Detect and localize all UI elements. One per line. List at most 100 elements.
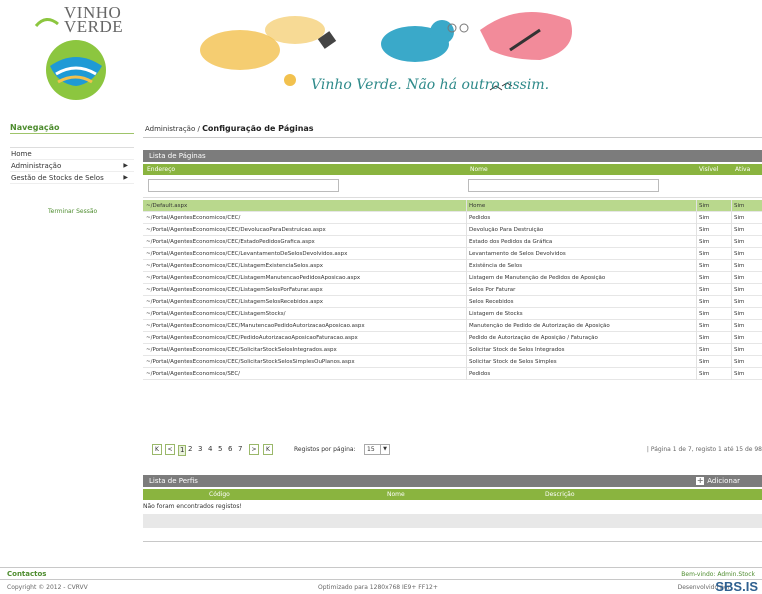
table-row[interactable]: ~/Portal/AgentesEconomicos/CEC/ListagemE… [143, 260, 762, 272]
table-cell: Selos Por Faturar [469, 287, 516, 293]
table-cell: Sim [699, 287, 710, 293]
optimized-note: Optimizado para 1280x768 IE9+ FF12+ [318, 584, 438, 591]
table-cell: Sim [699, 299, 710, 305]
table-row[interactable]: ~/Portal/AgentesEconomicos/CEC/Devolucao… [143, 224, 762, 236]
table-cell: Sim [699, 227, 710, 233]
developer-logo[interactable]: SBS.IS [715, 579, 758, 594]
table-cell: Sim [734, 275, 745, 281]
chevron-right-icon: ▶ [123, 174, 128, 181]
first-page-button[interactable]: K [152, 444, 162, 455]
column-separator [466, 344, 467, 356]
table-cell: Pedidos [469, 371, 491, 377]
page-number-current[interactable]: 1 [178, 445, 187, 456]
table-cell: ~/Portal/AgentesEconomicos/CEC/Solicitar… [146, 359, 355, 365]
chevron-right-icon: ▶ [123, 162, 128, 169]
nav-item-gestao-stocks[interactable]: Gestão de Stocks de Selos ▶ [10, 172, 134, 184]
nav-item-administracao[interactable]: Administração ▶ [10, 160, 134, 172]
column-separator [466, 212, 467, 224]
rows-per-page-select[interactable]: 15 ▼ [364, 444, 390, 455]
column-separator [466, 272, 467, 284]
table-cell: ~/Portal/AgentesEconomicos/CEC/Devolucao… [146, 227, 326, 233]
table-cell: Sim [734, 335, 745, 341]
nav-item-home[interactable]: Home [10, 148, 134, 160]
table-cell: Sim [699, 323, 710, 329]
table-cell: Sim [699, 335, 710, 341]
table-row[interactable]: ~/Portal/AgentesEconomicos/CEC/ListagemS… [143, 296, 762, 308]
page-number[interactable]: 4 [208, 445, 212, 453]
table-row[interactable]: ~/Portal/AgentesEconomicos/CEC/Solicitar… [143, 356, 762, 368]
prev-page-button[interactable]: < [165, 444, 175, 455]
nav-item-label: Administração [11, 162, 62, 170]
filter-row [143, 176, 762, 198]
last-page-button[interactable]: K [263, 444, 273, 455]
table-cell: ~/Portal/AgentesEconomicos/CEC/Levantame… [146, 251, 348, 257]
column-endereco[interactable]: Endereço [147, 164, 175, 175]
table-cell: Sim [734, 347, 745, 353]
page-number[interactable]: 7 [238, 445, 242, 453]
table-cell: Solicitar Stock de Selos Simples [469, 359, 557, 365]
contacts-link[interactable]: Contactos [7, 570, 46, 578]
column-separator [731, 320, 732, 332]
table-cell: Home [469, 203, 486, 209]
column-nome[interactable]: Nome [387, 489, 405, 500]
column-codigo[interactable]: Código [209, 489, 230, 500]
nav-divider [10, 133, 134, 134]
column-separator [696, 320, 697, 332]
logout-link[interactable]: Terminar Sessão [48, 208, 97, 215]
table-row[interactable]: ~/Portal/AgentesEconomicos/CEC/ListagemS… [143, 308, 762, 320]
table-row[interactable]: ~/Portal/AgentesEconomicos/CEC/Pedidos Si… [143, 212, 762, 224]
table-cell: Sim [699, 251, 710, 257]
column-separator [466, 200, 467, 212]
table-cell: Pedido de Autorização de Aposição / Fatu… [469, 335, 598, 341]
page-number[interactable]: 2 [188, 445, 192, 453]
table-row[interactable]: ~/Portal/AgentesEconomicos/CEC/Manutenca… [143, 320, 762, 332]
table-cell: Sim [734, 287, 745, 293]
column-separator [696, 224, 697, 236]
add-profile-button[interactable]: + Adicionar [696, 475, 740, 487]
table-row[interactable]: ~/Portal/AgentesEconomicos/CEC/EstadoPed… [143, 236, 762, 248]
page-number[interactable]: 5 [218, 445, 222, 453]
site-header: VINHO VERDE Vinho Verde. Não há outro as… [0, 0, 762, 112]
profiles-panel-title-text: Lista de Perfis [149, 477, 198, 485]
column-ativa[interactable]: Ativa [735, 164, 750, 175]
column-visivel[interactable]: Visível [699, 164, 718, 175]
table-cell: Sim [734, 323, 745, 329]
endereco-filter-input[interactable] [148, 179, 339, 192]
table-row[interactable]: ~/Portal/AgentesEconomicos/CEC/PedidoAut… [143, 332, 762, 344]
table-row[interactable]: ~/Portal/AgentesEconomicos/CEC/ListagemS… [143, 284, 762, 296]
logo-line-2: VERDE [64, 17, 124, 36]
page-number[interactable]: 3 [198, 445, 202, 453]
column-separator [696, 212, 697, 224]
table-row[interactable]: ~/Portal/AgentesEconomicos/CEC/Levantame… [143, 248, 762, 260]
table-cell: Estado dos Pedidos da Gráfica [469, 239, 553, 245]
pages-panel-title-text: Lista de Páginas [149, 152, 206, 160]
content-divider [143, 137, 762, 138]
table-cell: ~/Default.aspx [146, 203, 188, 209]
table-cell: Pedidos [469, 215, 491, 221]
column-separator [696, 344, 697, 356]
column-separator [466, 296, 467, 308]
table-row[interactable]: ~/Portal/AgentesEconomicos/CEC/Solicitar… [143, 344, 762, 356]
column-separator [696, 296, 697, 308]
table-cell: ~/Portal/AgentesEconomicos/CEC/ [146, 215, 241, 221]
column-separator [731, 224, 732, 236]
table-row[interactable]: ~/Default.aspx Home Sim Sim [143, 200, 762, 212]
table-cell: Sim [699, 275, 710, 281]
table-cell: ~/Portal/AgentesEconomicos/CEC/EstadoPed… [146, 239, 315, 245]
table-cell: Sim [699, 359, 710, 365]
table-row[interactable]: ~/Portal/AgentesEconomicos/SEC/Pedidos Si… [143, 368, 762, 380]
bottom-divider [143, 541, 762, 542]
column-separator [731, 284, 732, 296]
nome-filter-input[interactable] [468, 179, 659, 192]
table-row[interactable]: ~/Portal/AgentesEconomicos/CEC/ListagemM… [143, 272, 762, 284]
column-separator [466, 320, 467, 332]
page-number[interactable]: 6 [228, 445, 232, 453]
table-cell: Sim [734, 203, 745, 209]
table-cell: Sim [734, 299, 745, 305]
pages-pager: K < 1 2 3 4 5 6 7 > K Registos por págin… [143, 440, 762, 460]
next-page-button[interactable]: > [249, 444, 259, 455]
column-separator [696, 284, 697, 296]
column-nome[interactable]: Nome [470, 164, 488, 175]
column-descricao[interactable]: Descrição [545, 489, 575, 500]
breadcrumb-parent[interactable]: Administração [145, 125, 195, 133]
